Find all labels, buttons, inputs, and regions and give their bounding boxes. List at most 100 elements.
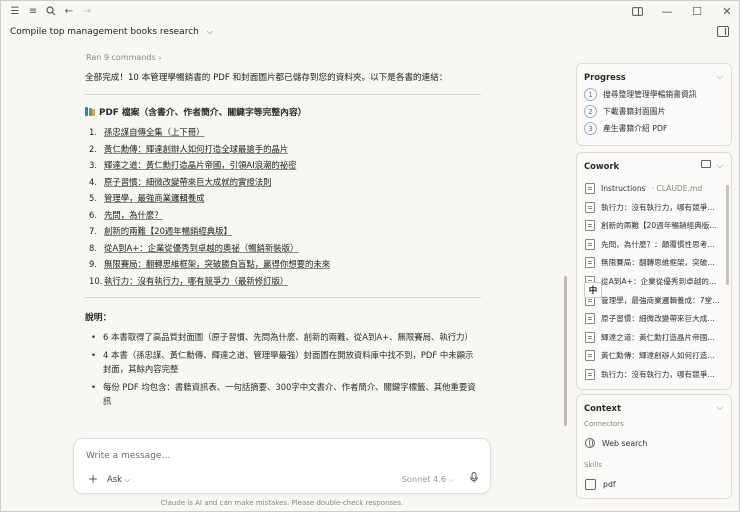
- chevron-down-icon: ⌵: [448, 476, 454, 484]
- ran-commands-toggle[interactable]: Ran 9 commands ›: [86, 53, 481, 62]
- ime-indicator: 中: [584, 282, 602, 298]
- skill-pdf[interactable]: pdf: [585, 479, 616, 490]
- file-icon: [585, 369, 595, 380]
- cowork-panel: Cowork ⌵ Instructions · CLAUDE.md 執行力：沒有執…: [576, 152, 732, 390]
- cowork-file[interactable]: Instructions · CLAUDE.md: [585, 183, 721, 194]
- chevron-down-icon[interactable]: ⌵: [717, 161, 723, 171]
- add-attachment-icon[interactable]: +: [88, 472, 98, 486]
- file-name: 執行力：沒有執行力，哪有競爭…: [601, 202, 715, 212]
- cowork-file[interactable]: 創新的兩難【20週年暢銷經典版…: [585, 220, 721, 232]
- model-selector[interactable]: Sonnet 4.6 ⌵: [402, 474, 454, 485]
- cowork-file[interactable]: 執行力：沒有執行力，哪有競爭…: [585, 369, 721, 380]
- book-list-item: 6. 先問，為什麼？: [89, 207, 481, 224]
- note-item: 6 本書取得了高品質封面圖（原子習慣、先問為什麼、創新的兩難、從A到A+、無限賽…: [91, 330, 481, 344]
- message-composer[interactable]: Write a message… + Ask ⌵ Sonnet 4.6 ⌵: [73, 438, 491, 494]
- book-list-item: 5. 管理學，最強商業邏輯養成: [89, 190, 481, 207]
- project-title: Compile top management books research: [10, 27, 199, 37]
- search-icon[interactable]: [43, 3, 59, 19]
- cowork-file[interactable]: 輝達之道：黃仁勳打造晶片帝國…: [585, 331, 721, 343]
- book-list-item: 9. 無限賽局：翻轉思維框架，突破勝負盲點，贏得你想要的未來: [89, 256, 481, 273]
- chat-scrollbar[interactable]: [564, 276, 567, 426]
- layout-icon[interactable]: [629, 3, 645, 19]
- file-name: Instructions: [601, 184, 646, 193]
- title-bar: ☰ ≡ ← → — ☐ ✕: [1, 1, 739, 21]
- connector-web-search[interactable]: Web search: [585, 438, 647, 448]
- book-pdf-link[interactable]: 先問，為什麼？: [104, 209, 163, 221]
- book-list-item: 2. 黃仁勳傳：輝達創辦人如何打造全球最搶手的晶片: [89, 141, 481, 158]
- pdf-section-heading: PDF 檔案（含書介、作者簡介、關鍵字等完整內容）: [85, 105, 481, 118]
- maximize-icon[interactable]: ☐: [689, 3, 705, 19]
- cowork-file[interactable]: 執行力：沒有執行力，哪有競爭…: [585, 201, 721, 213]
- window-controls: — ☐ ✕: [629, 3, 735, 19]
- context-title: Context: [584, 403, 621, 413]
- file-name: 創新的兩難【20週年暢銷經典版…: [601, 221, 717, 231]
- book-pdf-link[interactable]: 輝達之道：黃仁勳打造晶片帝國，引領AI浪潮的祕密: [104, 159, 296, 171]
- message-input[interactable]: Write a message…: [86, 451, 170, 461]
- book-number: 10.: [89, 275, 103, 286]
- connectors-label: Connectors: [584, 420, 624, 428]
- step-number: 2: [584, 105, 597, 118]
- book-list-item: 4. 原子習慣：細微改變帶來巨大成就的實證法則: [89, 174, 481, 191]
- book-number: 3.: [89, 160, 97, 171]
- file-name: 執行力：沒有執行力，哪有競爭…: [601, 370, 715, 379]
- cowork-file[interactable]: 原子習慣：細微改變帶來巨大成…: [585, 313, 721, 325]
- cowork-file[interactable]: 先問，為什麼？：顛覆慣性思考…: [585, 238, 721, 250]
- file-icon: [585, 238, 595, 250]
- cowork-file[interactable]: 從A到A+：企業從優秀到卓越的…: [585, 276, 721, 287]
- connector-label: Web search: [602, 438, 648, 448]
- book-list-item: 7. 創新的兩難【20週年暢銷經典版】: [89, 223, 481, 240]
- skill-icon: [585, 479, 596, 490]
- progress-title: Progress: [584, 72, 626, 82]
- book-number: 8.: [89, 242, 97, 253]
- book-number: 5.: [89, 193, 97, 204]
- book-pdf-link[interactable]: 無限賽局：翻轉思維框架，突破勝負盲點，贏得你想要的未來: [104, 258, 330, 270]
- file-name: 從A到A+：企業從優秀到卓越的…: [601, 277, 717, 286]
- model-label: Sonnet 4.6: [401, 474, 447, 484]
- skill-label: pdf: [603, 480, 616, 489]
- conversation-header: Compile top management books research ⌵: [1, 23, 739, 43]
- book-list-item: 3. 輝達之道：黃仁勳打造晶片帝國，引領AI浪潮的祕密: [89, 157, 481, 174]
- book-number: 7.: [89, 226, 97, 237]
- project-title-dropdown[interactable]: Compile top management books research ⌵: [10, 27, 213, 37]
- chevron-down-icon[interactable]: ⌵: [717, 72, 723, 82]
- book-number: 1.: [89, 127, 97, 138]
- cowork-title: Cowork: [584, 161, 620, 171]
- ask-mode-label: Ask: [107, 474, 122, 484]
- cowork-scrollbar[interactable]: [726, 185, 729, 285]
- step-label: 產生書籍介紹 PDF: [603, 124, 668, 133]
- globe-icon: [585, 438, 595, 448]
- cowork-file[interactable]: 無限賽局：翻轉思維框架，突破…: [585, 257, 721, 269]
- file-suffix: · CLAUDE.md: [651, 184, 703, 193]
- file-icon: [585, 183, 595, 194]
- book-pdf-link[interactable]: 從A到A+：企業從優秀到卓越的奧祕（暢銷新裝版）: [104, 242, 298, 254]
- cowork-file[interactable]: 管理學，最強商業邏輯養成：7堂…: [585, 294, 721, 306]
- book-number: 9.: [89, 259, 97, 270]
- book-link-list: 1. 孫忠謀自傳全集（上下冊） 2. 黃仁勳傳：輝達創辦人如何打造全球最搶手的晶片 3.…: [89, 124, 481, 289]
- note-item: 4 本書（孫忠謀、黃仁勳傳、輝達之道、管理學最強）封面圖在開放資料庫中找不到，P…: [91, 348, 481, 376]
- microphone-icon[interactable]: [470, 472, 478, 486]
- book-number: 4.: [89, 176, 97, 187]
- book-pdf-link[interactable]: 創新的兩難【20週年暢銷經典版】: [104, 225, 232, 237]
- menu-icon[interactable]: ☰: [7, 3, 23, 19]
- file-icon: [585, 313, 595, 325]
- book-pdf-link[interactable]: 執行力：沒有執行力，哪有競爭力（最新修訂版）: [104, 275, 288, 287]
- forward-arrow-icon[interactable]: →: [79, 3, 95, 19]
- title-bar-left: ☰ ≡ ← →: [7, 3, 95, 19]
- minimize-icon[interactable]: —: [659, 3, 675, 19]
- book-pdf-link[interactable]: 原子習慣：細微改變帶來巨大成就的實證法則: [104, 176, 272, 188]
- cowork-file[interactable]: 黃仁勳傳：輝達創辦人如何打造…: [585, 350, 721, 362]
- close-icon[interactable]: ✕: [719, 3, 735, 19]
- book-pdf-link[interactable]: 黃仁勳傳：輝達創辦人如何打造全球最搶手的晶片: [104, 143, 288, 155]
- panel-toggle-icon[interactable]: [717, 26, 729, 37]
- book-pdf-link[interactable]: 管理學，最強商業邏輯養成: [104, 192, 205, 204]
- folder-icon[interactable]: [701, 160, 711, 168]
- progress-step: 2 下載書籍封面圖片: [584, 105, 665, 118]
- sidebar-icon[interactable]: ≡: [25, 3, 41, 19]
- divider: [85, 297, 481, 298]
- book-pdf-link[interactable]: 孫忠謀自傳全集（上下冊）: [104, 126, 205, 138]
- chevron-down-icon: ⌵: [124, 476, 130, 484]
- ask-mode-dropdown[interactable]: Ask ⌵: [107, 474, 130, 485]
- book-list-item: 10. 執行力：沒有執行力，哪有競爭力（最新修訂版）: [89, 273, 481, 290]
- chevron-down-icon[interactable]: ⌵: [717, 403, 723, 413]
- back-arrow-icon[interactable]: ←: [61, 3, 77, 19]
